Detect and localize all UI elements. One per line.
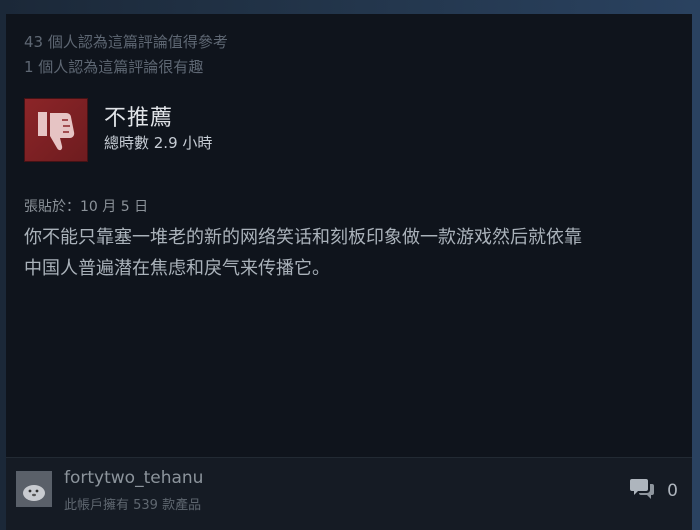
comment-icon [629, 477, 655, 506]
review-verdict[interactable]: 不推薦 總時數 2.9 小時 [24, 98, 684, 162]
funny-count: 1 個人認為這篇評論很有趣 [24, 58, 204, 76]
author-bar: fortytwo_tehanu 此帳戶擁有 539 款產品 0 [6, 458, 692, 530]
author-product-count: 此帳戶擁有 539 款產品 [64, 498, 202, 513]
comment-count: 0 [667, 481, 678, 501]
author-name[interactable]: fortytwo_tehanu [64, 468, 203, 488]
comment-button[interactable]: 0 [629, 478, 678, 504]
review-card: 43 個人認為這篇評論值得參考 1 個人認為這篇評論很有趣 不推薦 總時數 2.… [6, 14, 692, 530]
posted-date: 張貼於：10 月 5 日 [24, 199, 149, 215]
review-line: 你不能只靠塞一堆老的新的网络笑话和刻板印象做一款游戏然后就依靠 [24, 227, 582, 248]
avatar[interactable] [16, 471, 52, 507]
verdict-title: 不推薦 [104, 106, 174, 131]
helpfulness-summary: 43 個人認為這篇評論值得參考 1 個人認為這篇評論很有趣 [24, 30, 228, 80]
playtime-hours: 總時數 2.9 小時 [104, 134, 213, 152]
review-body: 你不能只靠塞一堆老的新的网络笑话和刻板印象做一款游戏然后就依靠 中国人普遍潜在焦… [24, 222, 674, 284]
thumbs-down-icon [24, 98, 88, 162]
helpful-count: 43 個人認為這篇評論值得參考 [24, 33, 228, 51]
review-line: 中国人普遍潜在焦虑和戾气来传播它。 [24, 258, 330, 279]
